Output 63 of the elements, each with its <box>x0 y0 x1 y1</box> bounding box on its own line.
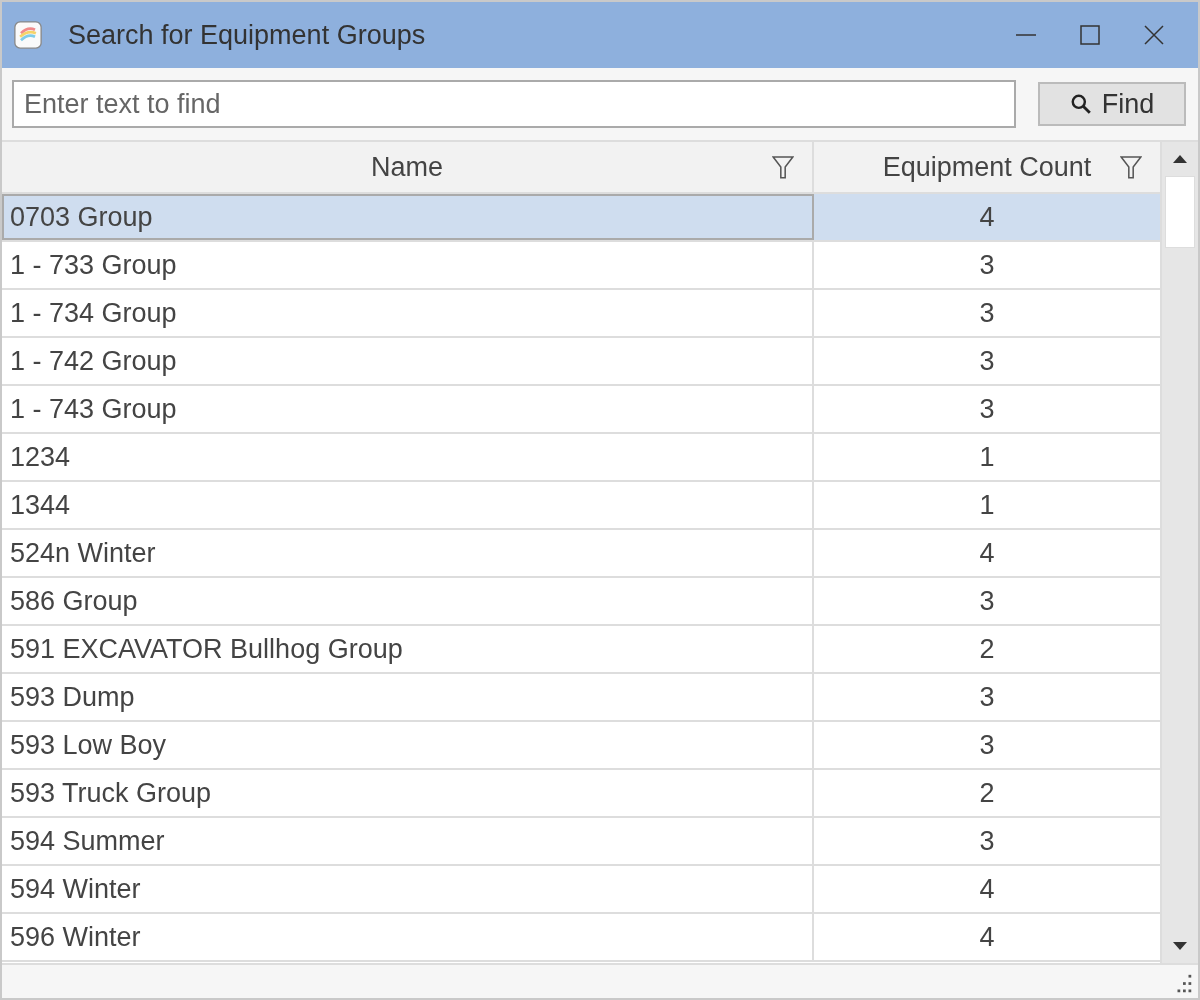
name-cell: 591 EXCAVATOR Bullhog Group <box>2 626 814 672</box>
maximize-icon[interactable] <box>1080 25 1100 45</box>
table-row[interactable]: 1 - 733 Group 3 <box>2 242 1160 290</box>
name-cell: 594 Summer <box>2 818 814 864</box>
name-cell: 586 Group <box>2 578 814 624</box>
close-icon[interactable] <box>1144 25 1164 45</box>
table-row[interactable]: 0703 Group 4 <box>2 194 1160 242</box>
count-cell-text: 3 <box>978 344 996 378</box>
scrollbar[interactable] <box>1160 142 1198 963</box>
name-cell: 593 Truck Group <box>2 770 814 816</box>
scroll-down-icon[interactable] <box>1172 941 1188 951</box>
count-cell-text: 3 <box>978 392 996 426</box>
column-header[interactable]: Equipment Count <box>814 142 1160 192</box>
name-cell: 593 Dump <box>2 674 814 720</box>
table-row[interactable]: 586 Group 3 <box>2 578 1160 626</box>
name-cell: 1 - 733 Group <box>2 242 814 288</box>
name-cell: 524n Winter <box>2 530 814 576</box>
table-row[interactable]: 593 Low Boy 3 <box>2 722 1160 770</box>
find-button[interactable]: Find <box>1038 82 1186 126</box>
table-row[interactable]: 594 Winter 4 <box>2 866 1160 914</box>
count-cell-text: 4 <box>978 872 996 906</box>
app-icon[interactable] <box>14 21 42 49</box>
filter-icon[interactable] <box>1120 156 1142 180</box>
name-cell: 593 Low Boy <box>2 722 814 768</box>
count-cell-text: 4 <box>978 536 996 570</box>
table-row[interactable]: 1 - 734 Group 3 <box>2 290 1160 338</box>
count-cell-text: 3 <box>978 248 996 282</box>
search-icon <box>1069 93 1092 115</box>
count-cell-text: 1 <box>978 488 996 522</box>
name-cell: 1 - 734 Group <box>2 290 814 336</box>
count-cell-text: 4 <box>978 200 996 234</box>
table-row[interactable]: 1344 1 <box>2 482 1160 530</box>
table-row[interactable]: 596 Winter 4 <box>2 914 1160 962</box>
table-row[interactable]: 1 - 742 Group 3 <box>2 338 1160 386</box>
table-row[interactable]: 591 EXCAVATOR Bullhog Group 2 <box>2 626 1160 674</box>
count-cell-text: 1 <box>978 440 996 474</box>
name-cell: 596 Winter <box>2 914 814 960</box>
count-cell-text: 3 <box>978 296 996 330</box>
scroll-thumb[interactable] <box>1165 176 1195 248</box>
name-cell: 1 - 742 Group <box>2 338 814 384</box>
scroll-up-icon[interactable] <box>1172 154 1188 164</box>
window-title: Search for Equipment Groups <box>68 19 427 51</box>
count-cell-text: 2 <box>978 776 996 810</box>
search-field[interactable]: Enter text to find <box>12 80 1016 128</box>
table-row[interactable]: 1 - 743 Group 3 <box>2 386 1160 434</box>
count-cell-text: 3 <box>978 728 996 762</box>
count-cell-text: 3 <box>978 824 996 858</box>
name-cell: 1234 <box>2 434 814 480</box>
count-cell-text: 3 <box>978 680 996 714</box>
name-cell: 594 Winter <box>2 866 814 912</box>
table-row[interactable]: 594 Summer 3 <box>2 818 1160 866</box>
column-header[interactable]: Name <box>2 142 814 192</box>
count-cell-text: 3 <box>978 584 996 618</box>
name-cell: 1344 <box>2 482 814 528</box>
name-cell: 1 - 743 Group <box>2 386 814 432</box>
count-cell-text: 2 <box>978 632 996 666</box>
table-row[interactable]: 1234 1 <box>2 434 1160 482</box>
table-row[interactable]: 593 Dump 3 <box>2 674 1160 722</box>
table-row[interactable]: 524n Winter 4 <box>2 530 1160 578</box>
table-row[interactable]: 593 Truck Group 2 <box>2 770 1160 818</box>
filter-icon[interactable] <box>772 156 794 180</box>
count-cell-text: 4 <box>978 920 996 954</box>
name-cell: 0703 Group <box>2 194 814 240</box>
